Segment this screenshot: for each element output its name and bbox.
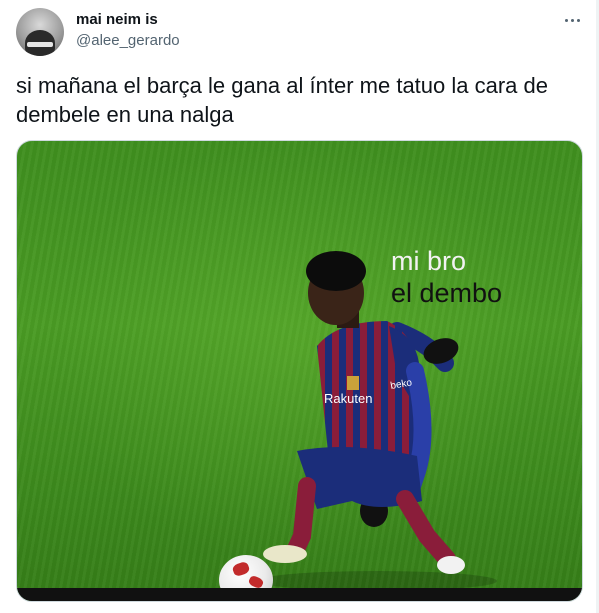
author-display-name[interactable]: mai neim is <box>76 11 158 28</box>
author-handle[interactable]: @alee_gerardo <box>76 32 180 49</box>
meme-caption-line1: mi bro <box>391 246 467 276</box>
avatar[interactable] <box>16 8 64 56</box>
more-horizontal-icon-dot <box>570 18 574 22</box>
tweet-text: si mañana el barça le gana al ínter me t… <box>16 71 582 129</box>
player-illustration: Rakuten beko <box>257 251 497 591</box>
more-options-button[interactable] <box>556 8 588 32</box>
ball-patch <box>231 560 251 578</box>
tweet-text-line: dembele en una nalga <box>16 102 234 127</box>
more-horizontal-icon <box>564 18 568 22</box>
tweet-text-line: si mañana el barça le gana al ínter me t… <box>16 73 548 98</box>
media-letterbox-bar <box>17 588 582 601</box>
avatar-glasses <box>27 42 53 47</box>
more-horizontal-icon-dot <box>576 18 580 22</box>
meme-caption: mi bro el dembo <box>391 245 502 309</box>
meme-caption-line2: el dembo <box>391 278 503 308</box>
tweet-media-image[interactable]: Rakuten beko mi bro el dembo <box>16 140 583 602</box>
jersey-sponsor-text: Rakuten <box>324 391 372 406</box>
